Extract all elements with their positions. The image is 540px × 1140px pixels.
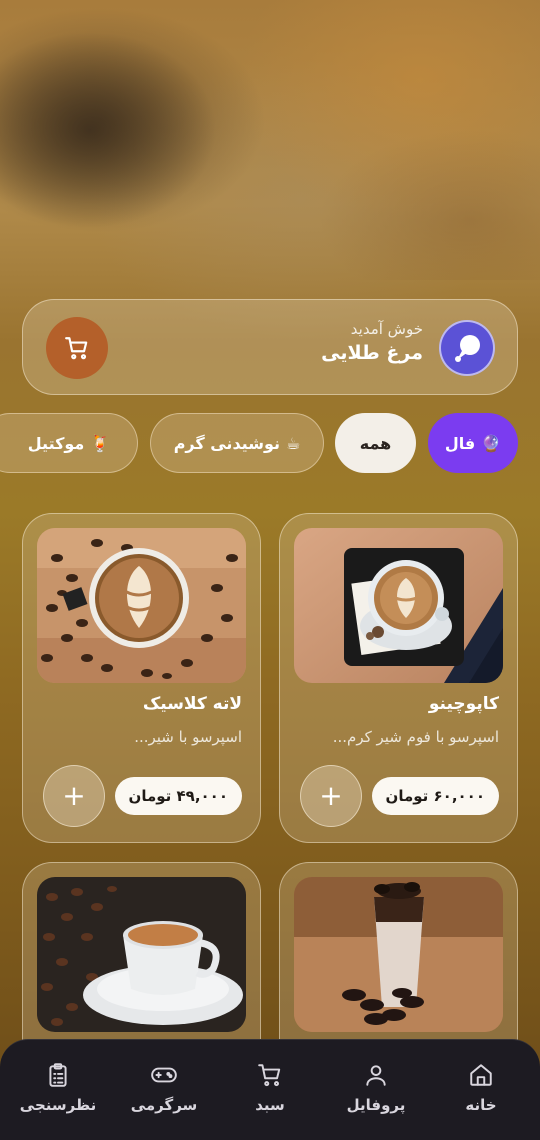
cart-button[interactable] (46, 317, 108, 379)
product-title: کاپوچینو (428, 694, 499, 714)
nav-label: سبد (255, 1096, 285, 1114)
clipboard-icon (49, 1063, 67, 1087)
home-icon (470, 1064, 492, 1086)
category-label: فال (444, 433, 476, 453)
product-image-cappuccino (294, 528, 503, 683)
user-icon (366, 1065, 386, 1086)
welcome-text-group: خوش آمدید مرغ طلایی (321, 320, 423, 364)
nav-item-profile[interactable]: پروفایل (326, 1062, 426, 1114)
gamepad-icon (151, 1067, 177, 1083)
nav-item-survey[interactable]: نظرسنجی (8, 1062, 108, 1114)
nav-item-games[interactable]: سرگرمی (114, 1062, 214, 1114)
product-description: اسپرسو با فوم شیر کرم... (332, 728, 499, 746)
nav-label: نظرسنجی (19, 1096, 97, 1114)
add-to-cart-button[interactable]: + (300, 765, 362, 827)
category-label: موکتیل (27, 433, 85, 453)
product-image-shake (294, 877, 503, 1032)
chat-bubble-icon (455, 335, 480, 362)
welcome-card: خوش آمدید مرغ طلایی (22, 299, 518, 395)
category-label: همه (359, 433, 392, 453)
background-overlay (0, 0, 540, 280)
plus-icon: + (319, 779, 343, 812)
nav-item-cart[interactable]: سبد (220, 1062, 320, 1114)
plus-icon: + (62, 779, 86, 812)
cart-icon (258, 1064, 281, 1087)
category-chip-fal[interactable]: 🔮 فال (428, 413, 518, 473)
avatar[interactable] (439, 320, 495, 376)
category-chip-all[interactable]: همه (335, 413, 416, 473)
product-card-latte[interactable]: لاته کلاسیک اسپرسو با شیر... ۴۹,۰۰۰ توما… (22, 513, 261, 843)
price-badge: ۶۰,۰۰۰ تومان (371, 777, 499, 815)
cocktail-icon: 🍹 (90, 433, 111, 453)
nav-item-home[interactable]: خانه (431, 1062, 531, 1114)
cart-icon (65, 337, 88, 360)
product-card-cappuccino[interactable]: کاپوچینو اسپرسو با فوم شیر کرم... ۶۰,۰۰۰… (279, 513, 518, 843)
welcome-subtitle: خوش آمدید (350, 320, 423, 338)
user-name: مرغ طلایی (321, 342, 423, 364)
add-to-cart-button[interactable]: + (43, 765, 105, 827)
product-title: لاته کلاسیک (142, 694, 242, 714)
category-chip-mocktail[interactable]: 🍹 موکتیل (0, 413, 138, 473)
category-label: نوشیدنی گرم (173, 433, 280, 453)
category-chip-hot-drinks[interactable]: ☕ نوشیدنی گرم (150, 413, 324, 473)
price-badge: ۴۹,۰۰۰ تومان (114, 777, 242, 815)
product-image-latte (37, 528, 246, 683)
nav-label: پروفایل (346, 1096, 406, 1114)
product-image-espresso (37, 877, 246, 1032)
product-description: اسپرسو با شیر... (134, 728, 242, 746)
bottom-navigation: خانه پروفایل سبد سرگرمی نظرسنجی (0, 1039, 540, 1140)
crystal-ball-icon: 🔮 (481, 433, 502, 453)
nav-label: سرگرمی (130, 1096, 198, 1114)
coffee-cup-icon: ☕ (285, 433, 301, 453)
nav-label: خانه (465, 1096, 497, 1114)
